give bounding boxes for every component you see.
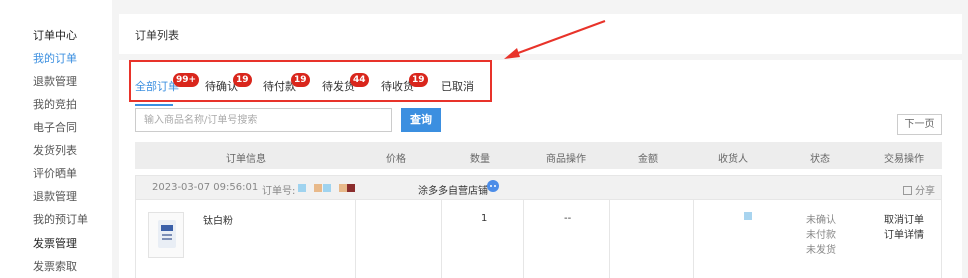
redacted-order-number — [298, 184, 306, 192]
order-details-link[interactable]: 订单详情 — [884, 228, 924, 243]
status-unshipped: 未发货 — [806, 245, 836, 256]
sidebar-item-refund-management[interactable]: 退款管理 — [33, 73, 77, 89]
search-button[interactable]: 查询 — [401, 108, 441, 132]
redacted-order-number — [347, 184, 355, 192]
product-image[interactable] — [148, 212, 184, 258]
sidebar-item-my-preorders[interactable]: 我的预订单 — [33, 211, 88, 227]
next-page-button[interactable]: 下一页 — [897, 114, 942, 135]
status-unconfirmed: 未确认 — [806, 215, 836, 226]
order-number-label: 订单号: — [262, 186, 296, 197]
column-header-order-info: 订单信息 — [226, 154, 266, 165]
sidebar-item-reviews[interactable]: 评价晒单 — [33, 165, 77, 181]
column-header-amount: 金额 — [638, 154, 658, 165]
trade-actions: 取消订单 订单详情 — [884, 213, 924, 243]
product-name[interactable]: 钛白粉 — [203, 212, 233, 227]
annotation-arrow-icon — [504, 20, 606, 59]
column-header-product-actions: 商品操作 — [546, 154, 586, 165]
redacted-order-number — [339, 184, 347, 192]
share-button[interactable]: 分享 — [903, 182, 935, 197]
sidebar-item-request-invoice[interactable]: 发票索取 — [33, 258, 77, 274]
column-divider — [523, 200, 524, 278]
column-header-trade-actions: 交易操作 — [884, 154, 924, 165]
redacted-order-number — [323, 184, 331, 192]
order-header: 2023-03-07 09:56:01 订单号: 涂多多自营店铺 分享 — [135, 175, 942, 200]
order-date: 2023-03-07 09:56:01 — [152, 182, 259, 193]
annotation-highlight-box — [129, 60, 492, 102]
sidebar-item-refund-management-2[interactable]: 退款管理 — [33, 188, 77, 204]
column-divider — [609, 200, 610, 278]
order-status: 未确认 未付款 未发货 — [806, 213, 836, 258]
column-header-quantity: 数量 — [470, 154, 490, 165]
share-icon — [903, 186, 912, 195]
redacted-receiver — [744, 212, 752, 220]
table-header: 订单信息 价格 数量 商品操作 金额 收货人 状态 交易操作 — [135, 142, 942, 169]
sidebar-item-my-orders[interactable]: 我的订单 — [33, 50, 77, 66]
cancel-order-link[interactable]: 取消订单 — [884, 213, 924, 228]
page-title: 订单列表 — [135, 29, 179, 42]
sidebar-item-shipping-list[interactable]: 发货列表 — [33, 142, 77, 158]
column-divider — [693, 200, 694, 278]
redacted-order-number — [314, 184, 322, 192]
share-label: 分享 — [915, 186, 935, 197]
column-header-receiver: 收货人 — [718, 154, 748, 165]
sidebar: 订单中心 我的订单 退款管理 我的竞拍 电子合同 发货列表 评价晒单 退款管理 … — [0, 0, 112, 278]
shop-name[interactable]: 涂多多自营店铺 — [418, 182, 488, 197]
status-unpaid: 未付款 — [806, 230, 836, 241]
sidebar-item-my-auctions[interactable]: 我的竞拍 — [33, 96, 77, 112]
chat-icon[interactable] — [487, 180, 499, 192]
quantity-value: 1 — [481, 213, 488, 224]
product-actions-value: -- — [564, 213, 572, 224]
table-row: 钛白粉 1 -- 未确认 未付款 未发货 取消订单 订单详情 — [135, 200, 942, 278]
active-tab-indicator — [135, 104, 173, 106]
product-package-icon — [158, 220, 176, 248]
sidebar-heading-order-center: 订单中心 — [33, 29, 77, 42]
search-input[interactable] — [135, 108, 392, 132]
column-header-price: 价格 — [386, 154, 406, 165]
sidebar-heading-invoice-management: 发票管理 — [33, 237, 77, 250]
column-divider — [441, 200, 442, 278]
sidebar-item-e-contracts[interactable]: 电子合同 — [33, 119, 77, 135]
column-divider — [355, 200, 356, 278]
column-header-status: 状态 — [810, 154, 830, 165]
